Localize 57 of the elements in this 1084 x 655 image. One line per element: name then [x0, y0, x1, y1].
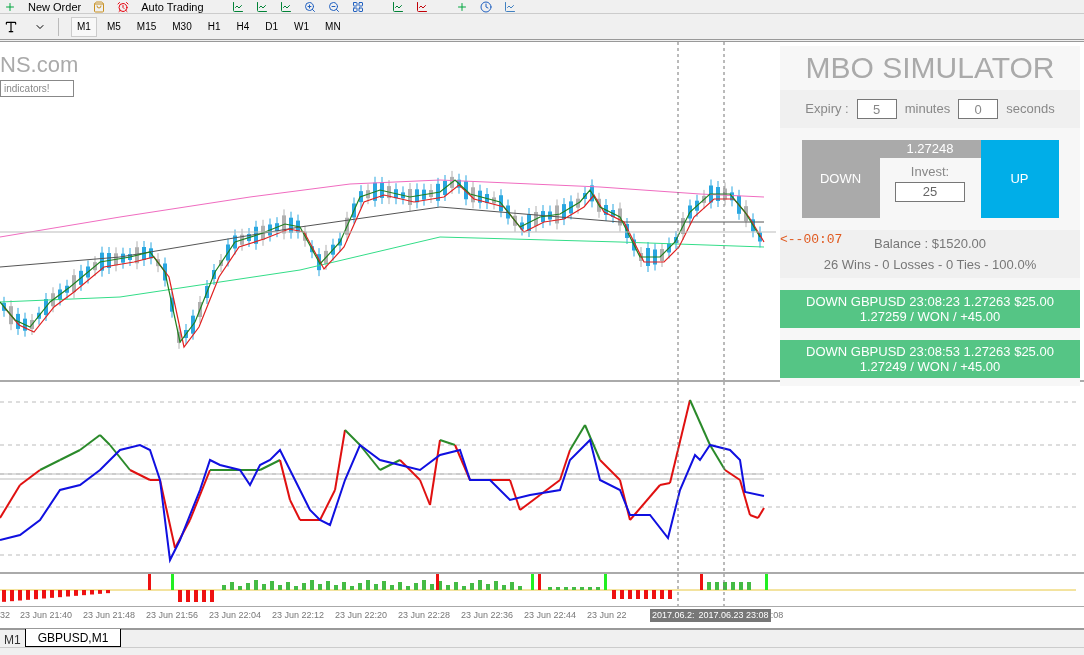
zoom-out-icon[interactable]: [327, 0, 340, 13]
timeframe-button[interactable]: M30: [166, 16, 198, 37]
time-axis-label: 23 Jun 22:04: [209, 608, 263, 622]
note-box: indicators!: [0, 80, 74, 97]
invest-input[interactable]: 25: [895, 181, 965, 202]
trade-result: DOWN GBPUSD 23:08:23 1.27263 $25.00 1.27259 / WON / +45.00: [780, 290, 1080, 328]
seconds-label: seconds: [1006, 100, 1055, 119]
text-icon[interactable]: [4, 19, 18, 34]
zoom-in-icon[interactable]: [303, 0, 316, 13]
time-marker-label: 2017.06.23 23:08: [696, 608, 771, 623]
invest-label: Invest:: [910, 163, 950, 181]
alarm-icon: [117, 0, 130, 13]
grid-icon[interactable]: [351, 0, 364, 13]
countdown-timer: <--00:07: [780, 231, 843, 249]
price-display: 1.27248: [879, 140, 981, 158]
timeframe-button[interactable]: M15: [130, 16, 163, 37]
toolbar-button[interactable]: Auto Trading: [141, 0, 204, 13]
plus-icon: [4, 0, 16, 13]
time-axis-label: 23 Jun 22:28: [398, 608, 452, 622]
time-marker-label: 2017.06.2:: [650, 608, 697, 623]
minutes-label: minutes: [904, 100, 951, 119]
time-axis-label: 23 Jun 22:36: [461, 608, 515, 622]
chart-icon[interactable]: [503, 0, 516, 13]
simulator-title: MBO SIMULATOR: [804, 50, 1056, 86]
timeframe-button[interactable]: H4: [230, 16, 256, 37]
time-axis-label: :08: [770, 608, 784, 622]
time-axis-label: 23 Jun 21:48: [83, 608, 137, 622]
chart-tab[interactable]: GBPUSD,M1: [24, 629, 122, 647]
chart-icon[interactable]: [255, 0, 268, 13]
chart-icon[interactable]: [231, 0, 244, 13]
timeframe-button[interactable]: W1: [288, 16, 316, 37]
trade-result: DOWN GBPUSD 23:08:53 1.27263 $25.00 1.27249 / WON / +45.00: [780, 340, 1080, 378]
time-axis-label: 23 Jun 22:44: [524, 608, 578, 622]
timeframe-button[interactable]: M1: [71, 16, 97, 37]
expiry-label: Expiry :: [805, 100, 849, 119]
chart-icon[interactable]: [279, 0, 292, 13]
stats-text: 26 Wins - 0 Losses - 0 Ties - 100.0%: [823, 256, 1037, 274]
timeframe-button[interactable]: MN: [319, 16, 347, 37]
clock-icon[interactable]: [479, 0, 492, 13]
time-axis-label: 23 Jun 21:56: [146, 608, 200, 622]
toolbar-button[interactable]: New Order: [28, 0, 82, 13]
chart-icon[interactable]: [415, 0, 428, 13]
seconds-input[interactable]: 0: [958, 99, 999, 119]
time-axis-label: 23 Jun 22:12: [272, 608, 326, 622]
chart-tab[interactable]: M1: [0, 631, 25, 647]
time-axis-label: 32: [0, 608, 11, 622]
watermark-text: NS.com: [0, 54, 79, 76]
time-axis-label: 23 Jun 22: [587, 608, 628, 622]
balance-text: Balance : $1520.00: [873, 234, 986, 253]
timeframe-button[interactable]: D1: [259, 16, 285, 37]
minutes-input[interactable]: 5: [856, 99, 897, 119]
chart-icon[interactable]: [391, 0, 404, 13]
bag-icon: [93, 0, 106, 13]
time-axis-label: 23 Jun 21:40: [20, 608, 74, 622]
timeframe-button[interactable]: H1: [201, 16, 227, 37]
timeframe-button[interactable]: M5: [100, 16, 127, 37]
time-axis-label: 23 Jun 22:20: [335, 608, 389, 622]
